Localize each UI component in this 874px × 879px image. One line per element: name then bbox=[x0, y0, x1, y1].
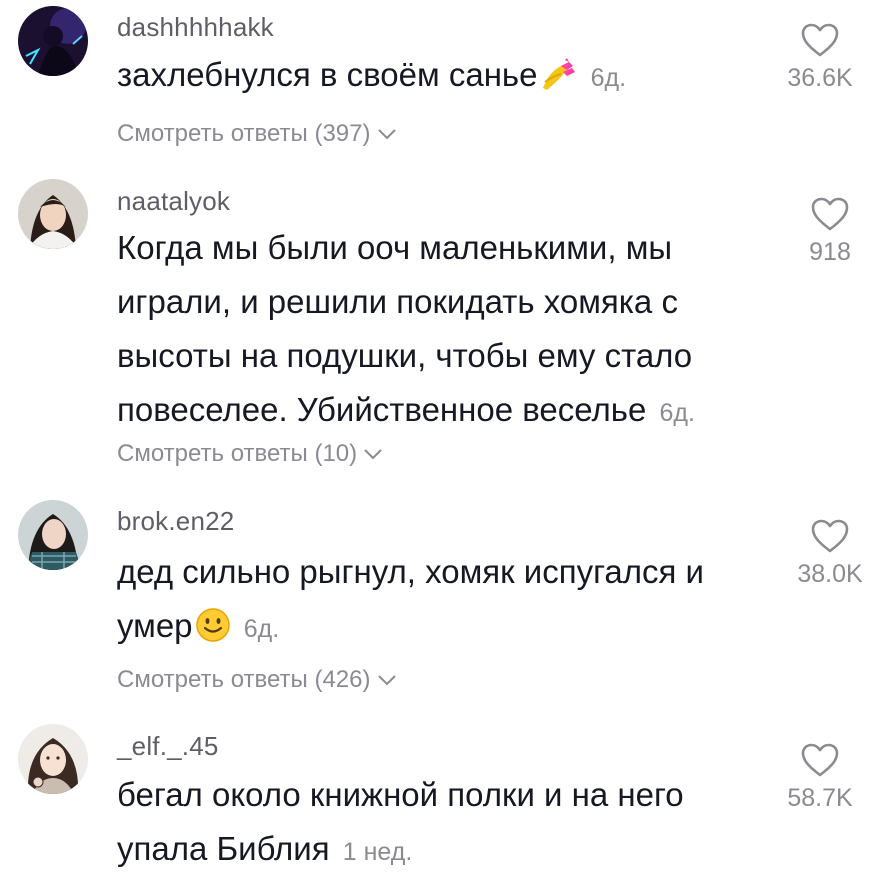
comment-time: 1 нед. bbox=[342, 838, 413, 866]
comment-time: 6д. bbox=[243, 615, 280, 643]
view-replies-button[interactable]: Смотреть ответы (426) bbox=[117, 666, 397, 694]
comment-time: 6д. bbox=[659, 399, 695, 427]
comment-text: бегал около книжной полки и на него упал… bbox=[117, 768, 767, 879]
username[interactable]: naatalyok bbox=[117, 186, 230, 217]
chevron-down-icon bbox=[364, 449, 382, 460]
like-button[interactable]: 58.7K bbox=[765, 742, 874, 813]
nail-polish-emoji bbox=[539, 54, 577, 108]
view-replies-button[interactable]: Смотреть ответы (10) bbox=[117, 440, 383, 468]
avatar[interactable] bbox=[18, 500, 88, 570]
like-count: 38.0K bbox=[797, 560, 863, 588]
like-count: 918 bbox=[809, 238, 851, 266]
like-button[interactable]: 918 bbox=[775, 196, 874, 267]
avatar[interactable] bbox=[18, 6, 88, 76]
comment-body: Когда мы были ооч маленькими, мы играли,… bbox=[117, 229, 693, 428]
view-replies-button[interactable]: Смотреть ответы (397) bbox=[117, 120, 397, 148]
comment-text: Когда мы были ооч маленькими, мы играли,… bbox=[117, 221, 767, 440]
view-replies-label: Смотреть ответы (426) bbox=[117, 666, 371, 693]
like-count: 58.7K bbox=[787, 784, 853, 812]
comment-body: захлебнулся в своём санье bbox=[117, 56, 538, 93]
heart-outline-icon bbox=[801, 743, 839, 777]
view-replies-label: Смотреть ответы (397) bbox=[117, 120, 371, 147]
username[interactable]: brok.en22 bbox=[117, 506, 234, 537]
like-button[interactable]: 38.0K bbox=[775, 518, 874, 589]
slightly-smiling-face-emoji bbox=[195, 605, 231, 659]
avatar[interactable] bbox=[18, 724, 88, 794]
chevron-down-icon bbox=[377, 129, 396, 140]
like-count: 36.6K bbox=[787, 64, 853, 92]
comment-text: захлебнулся в своём санье 6д. bbox=[117, 48, 767, 108]
avatar[interactable] bbox=[18, 179, 88, 249]
view-replies-label: Смотреть ответы (10) bbox=[117, 440, 358, 467]
comment-time: 6д. bbox=[590, 64, 627, 92]
like-button[interactable]: 36.6K bbox=[765, 22, 874, 93]
username[interactable]: _elf._.45 bbox=[117, 731, 219, 762]
heart-outline-icon bbox=[811, 519, 849, 553]
heart-outline-icon bbox=[801, 23, 839, 57]
username[interactable]: dashhhhhakk bbox=[117, 12, 274, 43]
chevron-down-icon bbox=[377, 675, 396, 686]
heart-outline-icon bbox=[811, 197, 849, 231]
comment-text: дед сильно рыгнул, хомяк испугался и уме… bbox=[117, 545, 767, 659]
